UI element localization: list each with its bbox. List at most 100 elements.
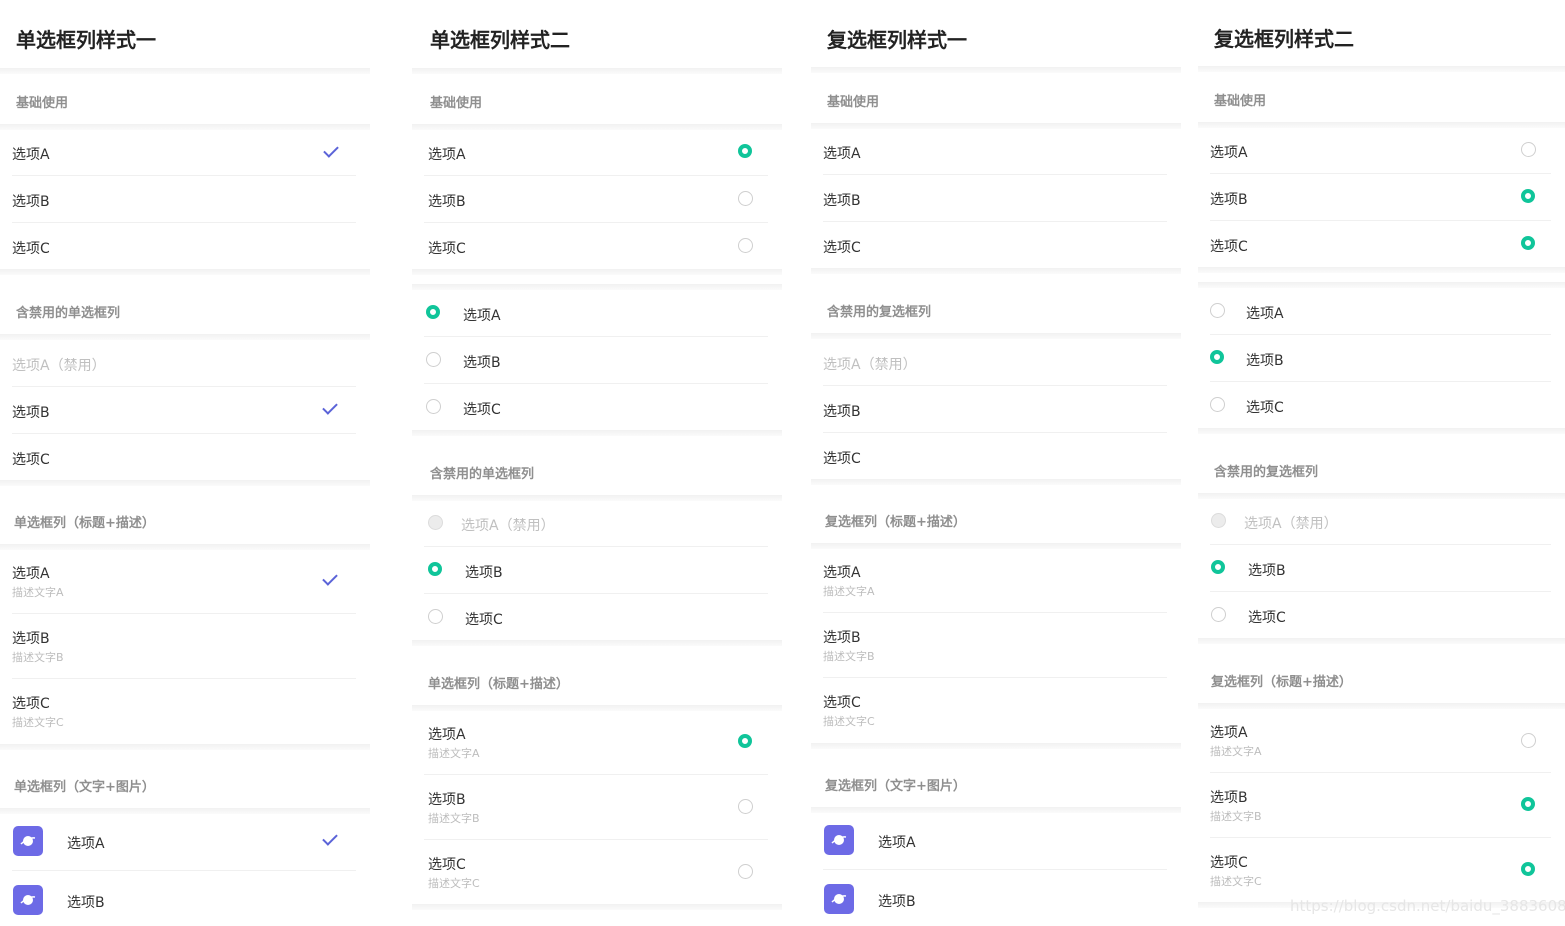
option-row-b[interactable]: 选项B 描述文字B: [412, 775, 782, 840]
checkbox-checked[interactable]: [1210, 350, 1224, 364]
option-label: 选项C: [12, 241, 50, 257]
option-row-c[interactable]: 选项C: [811, 433, 1181, 479]
radio-unchecked[interactable]: [738, 864, 753, 879]
section-title: 复选框列（文字+图片）: [825, 779, 966, 794]
option-label: 选项A: [463, 308, 501, 324]
checkbox-checked[interactable]: [1521, 797, 1535, 811]
option-description: 描述文字C: [428, 877, 480, 890]
option-row-b[interactable]: 选项B: [1198, 545, 1565, 592]
radio-checked[interactable]: [426, 305, 440, 319]
option-row-b[interactable]: 选项B: [0, 176, 370, 223]
option-row-c[interactable]: 选项C 描述文字C: [412, 840, 782, 904]
option-row-c[interactable]: 选项C: [412, 223, 782, 269]
option-row-a[interactable]: 选项A 描述文字A: [1198, 709, 1565, 773]
section-title: 单选框列（文字+图片）: [14, 780, 155, 795]
option-row-c[interactable]: 选项C: [412, 384, 782, 430]
option-row-c[interactable]: 选项C: [811, 222, 1181, 268]
option-row-b[interactable]: 选项B: [811, 175, 1181, 222]
option-row-c[interactable]: 选项C: [0, 434, 370, 480]
divider: [1198, 267, 1565, 273]
section-title: 含禁用的单选框列: [16, 306, 121, 321]
option-row-a[interactable]: 选项A 描述文字A: [811, 549, 1181, 613]
checkbox-unchecked[interactable]: [1521, 142, 1536, 157]
checkbox-checked[interactable]: [1521, 862, 1535, 876]
radio-list-style-1: 单选框列样式一 基础使用 选项A 选项B 选项C 含禁用的单选框列 选项A（禁用…: [0, 0, 370, 926]
option-row-a-disabled: 选项A（禁用）: [0, 340, 370, 387]
option-label: 选项B: [1248, 563, 1286, 579]
section-title: 基础使用: [827, 95, 880, 110]
option-row-a[interactable]: 选项A: [412, 130, 782, 176]
option-row-a[interactable]: 选项A: [0, 130, 370, 176]
option-row-a-disabled: 选项A（禁用）: [412, 501, 782, 547]
option-row-a[interactable]: 选项A: [0, 814, 370, 871]
radio-list-style-2: 单选框列样式二 基础使用 选项A 选项B 选项C 选项A 选项B 选项C 含禁用…: [412, 0, 782, 926]
check-icon: [322, 570, 338, 586]
option-row-c[interactable]: 选项C: [412, 594, 782, 640]
checkbox-checked[interactable]: [1211, 560, 1225, 574]
section-title: 单选框列（标题+描述）: [428, 677, 569, 692]
checkbox-checked[interactable]: [1521, 236, 1535, 250]
radio-checked[interactable]: [738, 144, 752, 158]
divider: [412, 68, 782, 74]
divider: [0, 480, 370, 486]
option-row-a[interactable]: 选项A: [811, 813, 1181, 870]
divider: [811, 268, 1181, 274]
divider: [811, 743, 1181, 749]
option-label: 选项A: [428, 727, 466, 743]
option-row-c[interactable]: 选项C: [1198, 221, 1565, 267]
option-row-b[interactable]: 选项B: [811, 870, 1181, 926]
radio-checked[interactable]: [738, 734, 752, 748]
radio-checked[interactable]: [428, 562, 442, 576]
option-row-b[interactable]: 选项B: [412, 337, 782, 384]
radio-unchecked[interactable]: [738, 191, 753, 206]
option-label: 选项A: [12, 566, 50, 582]
section-title: 含禁用的复选框列: [1214, 465, 1319, 480]
option-row-b[interactable]: 选项B 描述文字B: [1198, 773, 1565, 838]
option-row-a[interactable]: 选项A: [811, 129, 1181, 175]
option-label: 选项B: [428, 792, 466, 808]
option-label: 选项C: [823, 240, 861, 256]
option-row-c[interactable]: 选项C 描述文字C: [811, 678, 1181, 743]
checkbox-unchecked[interactable]: [1210, 303, 1225, 318]
checkbox-checked[interactable]: [1521, 189, 1535, 203]
column-title: 复选框列样式二: [1214, 27, 1354, 51]
option-row-b[interactable]: 选项B: [1198, 335, 1565, 382]
radio-unchecked[interactable]: [738, 238, 753, 253]
section-title: 单选框列（标题+描述）: [14, 516, 155, 531]
section-title: 含禁用的单选框列: [430, 467, 535, 482]
option-row-a[interactable]: 选项A: [1198, 288, 1565, 335]
planet-icon: [13, 885, 43, 915]
checkbox-unchecked[interactable]: [1211, 607, 1226, 622]
option-row-b[interactable]: 选项B: [1198, 174, 1565, 221]
radio-unchecked[interactable]: [426, 352, 441, 367]
option-row-a[interactable]: 选项A: [1198, 128, 1565, 174]
radio-unchecked[interactable]: [428, 609, 443, 624]
option-row-b[interactable]: 选项B: [412, 547, 782, 594]
option-row-b[interactable]: 选项B: [412, 176, 782, 223]
radio-unchecked[interactable]: [738, 799, 753, 814]
divider: [1198, 428, 1565, 434]
option-row-b[interactable]: 选项B 描述文字B: [811, 613, 1181, 678]
option-description: 描述文字B: [1210, 810, 1262, 823]
option-row-b[interactable]: 选项B: [0, 871, 370, 926]
option-description: 描述文字C: [1210, 875, 1262, 888]
option-row-a[interactable]: 选项A: [412, 290, 782, 337]
option-row-b[interactable]: 选项B 描述文字B: [0, 614, 370, 679]
option-row-c[interactable]: 选项C: [1198, 382, 1565, 428]
checkbox-unchecked[interactable]: [1210, 397, 1225, 412]
option-row-a[interactable]: 选项A 描述文字A: [0, 550, 370, 614]
option-label: 选项A: [1210, 145, 1248, 161]
option-row-b[interactable]: 选项B: [0, 387, 370, 434]
option-label: 选项A: [878, 835, 916, 851]
option-row-c[interactable]: 选项C: [0, 223, 370, 269]
checkbox-unchecked[interactable]: [1521, 733, 1536, 748]
option-row-c[interactable]: 选项C 描述文字C: [0, 679, 370, 744]
option-label: 选项B: [823, 630, 861, 646]
radio-unchecked[interactable]: [426, 399, 441, 414]
option-row-a[interactable]: 选项A 描述文字A: [412, 711, 782, 775]
option-label: 选项B: [428, 194, 466, 210]
check-icon: [323, 142, 339, 158]
option-row-c[interactable]: 选项C: [1198, 592, 1565, 638]
option-row-b[interactable]: 选项B: [811, 386, 1181, 433]
option-row-c[interactable]: 选项C 描述文字C: [1198, 838, 1565, 902]
